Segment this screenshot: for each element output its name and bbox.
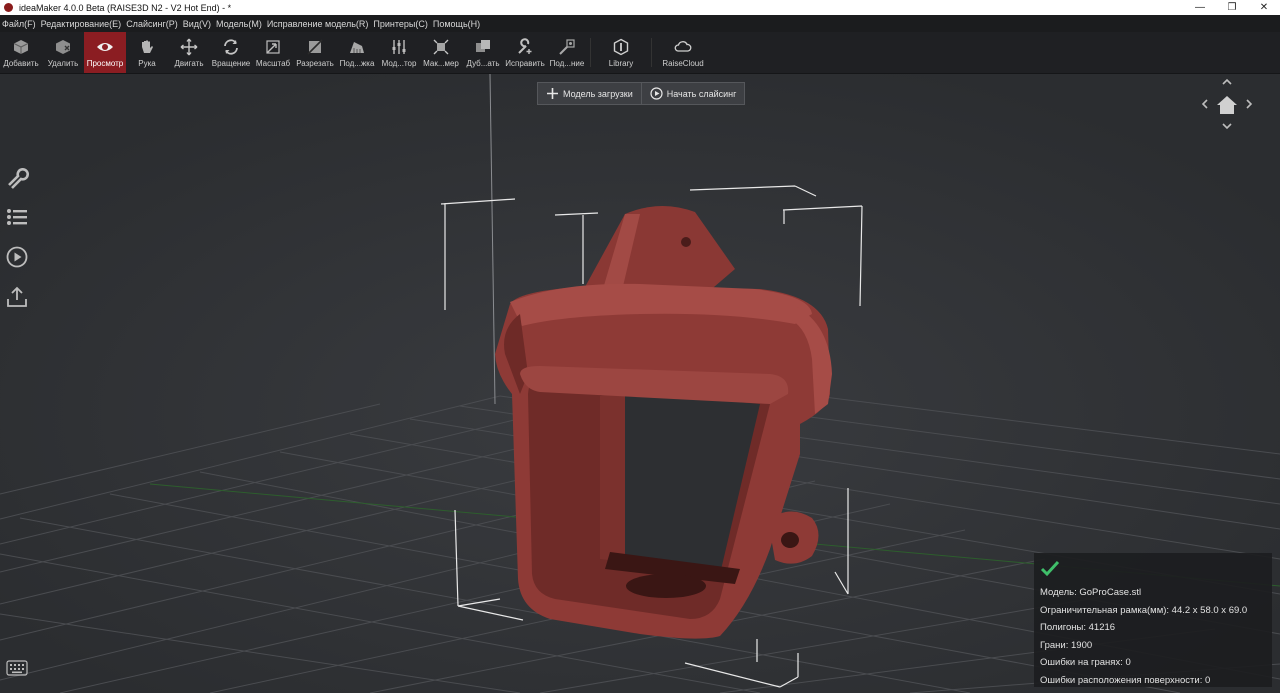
menu-help[interactable]: Помощь(H) bbox=[433, 19, 480, 29]
menu-slicing[interactable]: Слайсинг(P) bbox=[126, 19, 178, 29]
support-button[interactable]: Под...жка bbox=[336, 32, 378, 73]
library-hexagon-icon bbox=[612, 38, 630, 56]
modifier-button[interactable]: Мод...тор bbox=[378, 32, 420, 73]
add-button[interactable]: Добавить bbox=[0, 32, 42, 73]
load-model-label: Модель загрузки bbox=[563, 88, 633, 99]
repair-label: Исправить bbox=[505, 58, 545, 68]
plus-icon bbox=[547, 88, 558, 99]
support-label: Под...жка bbox=[339, 58, 375, 68]
raisecloud-label: RaiseCloud bbox=[662, 58, 704, 68]
menu-bar: Файл(F) Редактирование(E) Слайсинг(P) Ви… bbox=[0, 15, 1280, 32]
start-slicing-button[interactable]: Начать слайсинг bbox=[640, 83, 745, 104]
home-icon[interactable] bbox=[1217, 96, 1237, 114]
view-label: Просмотр bbox=[86, 58, 124, 68]
remove-label: Удалить bbox=[47, 58, 79, 68]
hand-icon bbox=[138, 38, 156, 56]
title-bar: ideaMaker 4.0.0 Beta (RAISE3D N2 - V2 Ho… bbox=[0, 0, 1280, 15]
wrench-settings-icon bbox=[558, 38, 576, 56]
menu-model[interactable]: Модель(M) bbox=[216, 19, 262, 29]
menu-file[interactable]: Файл(F) bbox=[2, 19, 36, 29]
move-arrows-icon bbox=[180, 38, 198, 56]
duplicate-icon bbox=[474, 38, 492, 56]
menu-repair[interactable]: Исправление модель(R) bbox=[267, 19, 369, 29]
start-slicing-label: Начать слайсинг bbox=[666, 88, 737, 99]
list-icon[interactable] bbox=[5, 205, 29, 229]
add-label: Добавить bbox=[3, 58, 39, 68]
rotate-icon bbox=[222, 38, 240, 56]
model-info-panel: Модель: GoProCase.stl Ограничительная ра… bbox=[1034, 553, 1272, 687]
view-button[interactable]: Просмотр bbox=[84, 32, 126, 73]
menu-view[interactable]: Вид(V) bbox=[183, 19, 211, 29]
keyboard-icon[interactable] bbox=[6, 660, 28, 676]
repair-button[interactable]: Исправить bbox=[504, 32, 546, 73]
view-navigation-control[interactable] bbox=[1199, 76, 1255, 132]
main-toolbar: Добавить Удалить Просмотр Рука Двигать В… bbox=[0, 32, 1280, 74]
close-button[interactable]: ✕ bbox=[1248, 0, 1280, 15]
export-icon[interactable] bbox=[5, 285, 29, 309]
arrow-down-icon[interactable] bbox=[1222, 123, 1232, 130]
cut-icon bbox=[306, 38, 324, 56]
left-side-toolbar bbox=[5, 165, 29, 325]
scale-label: Масштаб bbox=[255, 58, 291, 68]
menu-edit[interactable]: Редактирование(E) bbox=[41, 19, 122, 29]
toolbar-divider bbox=[590, 38, 591, 67]
layout-label: Мак...мер bbox=[423, 58, 459, 68]
scale-icon bbox=[264, 38, 282, 56]
support-icon bbox=[348, 38, 366, 56]
maximize-button[interactable]: ❐ bbox=[1216, 0, 1248, 15]
info-bounding-box: Ограничительная рамка(мм): 44.2 x 58.0 x… bbox=[1040, 604, 1248, 616]
move-label: Двигать bbox=[174, 58, 204, 68]
duplicate-button[interactable]: Дуб...ать bbox=[462, 32, 504, 73]
layout-button[interactable]: Мак...мер bbox=[420, 32, 462, 73]
arrow-up-icon[interactable] bbox=[1222, 78, 1232, 85]
info-polygons: Полигоны: 41216 bbox=[1040, 622, 1116, 633]
play-circle-icon bbox=[650, 87, 663, 100]
cube-add-icon bbox=[12, 38, 30, 56]
app-logo-icon bbox=[4, 3, 13, 12]
raisecloud-button[interactable]: RaiseCloud bbox=[654, 32, 712, 73]
hand-button[interactable]: Рука bbox=[126, 32, 168, 73]
hand-label: Рука bbox=[138, 58, 156, 68]
checkmark-icon bbox=[1040, 560, 1060, 577]
toolbar-divider bbox=[651, 38, 652, 67]
duplicate-label: Дуб...ать bbox=[466, 58, 500, 68]
sub-label: Под...ние bbox=[549, 58, 585, 68]
rotate-label: Вращение bbox=[211, 58, 251, 68]
info-model-name: Модель: GoProCase.stl bbox=[1040, 587, 1142, 598]
wrench-icon bbox=[516, 37, 534, 56]
info-faces: Грани: 1900 bbox=[1040, 639, 1093, 651]
library-button[interactable]: Library bbox=[593, 32, 649, 73]
cut-button[interactable]: Разрезать bbox=[294, 32, 336, 73]
cube-remove-icon bbox=[54, 38, 72, 56]
sliders-icon bbox=[390, 38, 408, 56]
load-model-button[interactable]: Модель загрузки bbox=[538, 83, 641, 104]
layout-icon bbox=[432, 38, 450, 56]
window-controls: — ❐ ✕ bbox=[1184, 0, 1280, 15]
action-bar: Модель загрузки Начать слайсинг bbox=[537, 82, 746, 105]
modifier-label: Мод...тор bbox=[381, 58, 417, 68]
cut-label: Разрезать bbox=[296, 58, 334, 68]
window-title: ideaMaker 4.0.0 Beta (RAISE3D N2 - V2 Ho… bbox=[19, 2, 232, 13]
sub-button[interactable]: Под...ние bbox=[546, 32, 588, 73]
arrow-left-icon[interactable] bbox=[1201, 99, 1208, 109]
cloud-icon bbox=[674, 38, 692, 56]
play-circle-icon[interactable] bbox=[5, 245, 29, 269]
arrow-right-icon[interactable] bbox=[1246, 99, 1253, 109]
library-label: Library bbox=[608, 58, 634, 68]
info-face-errors: Ошибки на гранях: 0 bbox=[1040, 657, 1131, 668]
wrench-icon[interactable] bbox=[5, 165, 29, 189]
menu-printers[interactable]: Принтеры(C) bbox=[373, 19, 427, 29]
eye-icon bbox=[96, 38, 114, 56]
info-surface-errors: Ошибки расположения поверхности: 0 bbox=[1040, 674, 1211, 686]
move-button[interactable]: Двигать bbox=[168, 32, 210, 73]
minimize-button[interactable]: — bbox=[1184, 0, 1216, 15]
scale-button[interactable]: Масштаб bbox=[252, 32, 294, 73]
rotate-button[interactable]: Вращение bbox=[210, 32, 252, 73]
remove-button[interactable]: Удалить bbox=[42, 32, 84, 73]
